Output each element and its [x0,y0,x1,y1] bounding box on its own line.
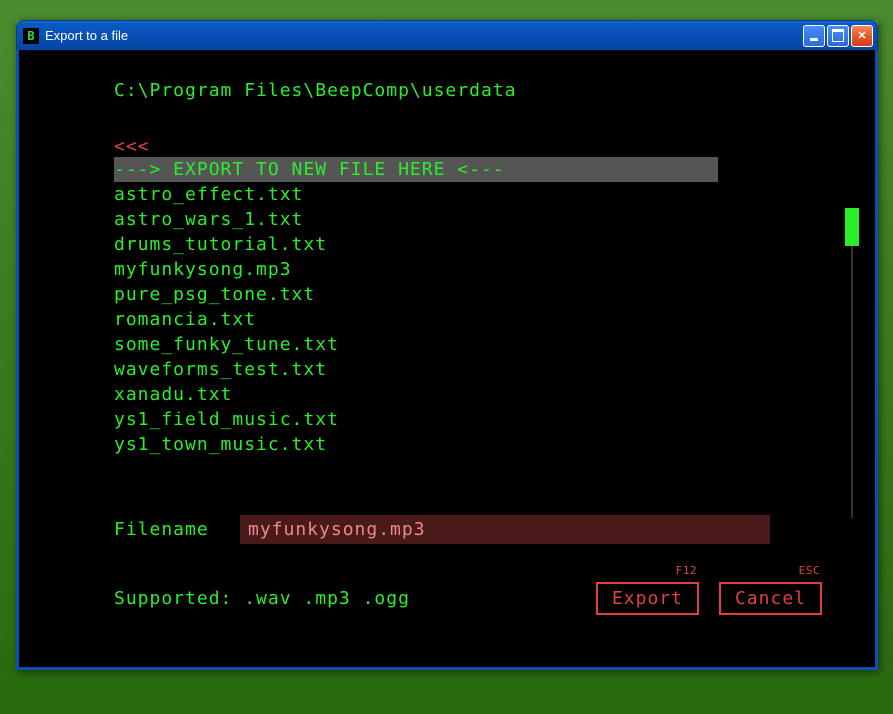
list-item[interactable]: myfunkysong.mp3 [114,257,830,282]
file-list: ---> EXPORT TO NEW FILE HERE <--- astro_… [114,157,830,457]
export-new-file-option[interactable]: ---> EXPORT TO NEW FILE HERE <--- [114,157,718,182]
titlebar[interactable]: B Export to a file [16,20,878,50]
scrollbar-thumb[interactable] [845,208,859,246]
list-item[interactable]: pure_psg_tone.txt [114,282,830,307]
filename-input[interactable] [240,515,770,544]
filename-label: Filename [114,519,240,540]
list-item[interactable]: romancia.txt [114,307,830,332]
close-button[interactable] [851,25,873,47]
list-item[interactable]: ys1_field_music.txt [114,407,830,432]
list-item[interactable]: drums_tutorial.txt [114,232,830,257]
app-icon: B [23,28,39,44]
list-item[interactable]: astro_wars_1.txt [114,207,830,232]
scrollbar-track[interactable] [851,208,853,518]
export-dialog-window: B Export to a file C:\Program Files\Beep… [16,20,878,670]
cancel-button[interactable]: Cancel [719,582,822,615]
list-item[interactable]: xanadu.txt [114,382,830,407]
filename-row: Filename [114,515,830,544]
list-item[interactable]: waveforms_test.txt [114,357,830,382]
dialog-content: C:\Program Files\BeepComp\userdata <<< -… [16,50,878,670]
current-path: C:\Program Files\BeepComp\userdata [114,80,830,101]
list-item[interactable]: some_funky_tune.txt [114,332,830,357]
export-button[interactable]: Export [596,582,699,615]
minimize-button[interactable] [803,25,825,47]
export-shortcut: F12 [676,564,697,577]
list-item[interactable]: ys1_town_music.txt [114,432,830,457]
window-title: Export to a file [45,28,803,43]
bottom-row: Supported: .wav .mp3 .ogg F12 Export ESC… [114,582,830,615]
button-group: F12 Export ESC Cancel [596,582,822,615]
file-list-area: <<< ---> EXPORT TO NEW FILE HERE <--- as… [64,136,830,457]
list-item[interactable]: astro_effect.txt [114,182,830,207]
window-controls [803,25,873,47]
back-navigation[interactable]: <<< [114,136,830,157]
cancel-shortcut: ESC [799,564,820,577]
supported-formats: Supported: .wav .mp3 .ogg [114,588,410,609]
maximize-button[interactable] [827,25,849,47]
